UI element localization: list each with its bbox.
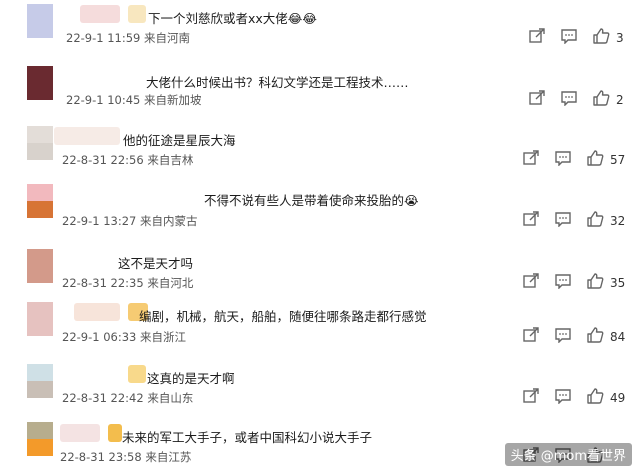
comment-actions: 32 [522,211,625,231]
comment-icon[interactable] [554,388,572,408]
comment-meta: 22-8-31 22:42 来自山东 [62,391,194,405]
comment-icon[interactable] [554,211,572,231]
comment-meta: 22-8-31 23:58 来自江苏 [60,450,192,464]
like-count: 57 [610,153,626,167]
comment-icon[interactable] [554,150,572,170]
comment-text: 下一个刘慈欣或者xx大佬😂😂 [148,11,318,26]
comment-icon[interactable] [554,327,572,347]
blurred-username [54,127,120,145]
thumbs-up-icon[interactable] [592,90,610,110]
thumbs-up-icon[interactable] [592,28,610,48]
like-count: 84 [610,330,626,344]
blurred-username [128,5,146,23]
share-icon[interactable] [528,90,546,110]
share-icon[interactable] [522,150,540,170]
comment-text: 大佬什么时候出书？科幻文学还是工程技术…… [146,75,409,90]
comment-text: 这真的是天才啊 [147,371,235,386]
comment-actions: 35 [522,273,625,293]
thumbs-up-icon[interactable] [586,327,604,347]
like-count: 2 [616,93,624,107]
comment-meta: 22-8-31 22:35 来自河北 [62,276,194,290]
avatar[interactable] [27,302,53,336]
share-icon[interactable] [522,327,540,347]
blurred-username [80,5,120,23]
comment-actions: 49 [522,388,625,408]
avatar[interactable] [27,184,53,218]
blurred-username [128,365,146,383]
watermark: 头条 @mom看世界 [504,443,632,466]
like-count: 49 [610,391,626,405]
blurred-username [74,303,120,321]
share-icon[interactable] [522,273,540,293]
share-icon[interactable] [528,28,546,48]
thumbs-up-icon[interactable] [586,211,604,231]
comment-meta: 22-8-31 22:56 来自吉林 [62,153,194,167]
avatar[interactable] [27,66,53,100]
comment-icon[interactable] [554,273,572,293]
avatar[interactable] [27,126,53,160]
avatar[interactable] [27,4,53,38]
thumbs-up-icon[interactable] [586,388,604,408]
avatar[interactable] [27,422,53,456]
comment-actions: 3 [528,28,624,48]
comment-meta: 22-9-1 13:27 来自内蒙古 [62,214,198,228]
comment-text: 未来的军工大手子，或者中国科幻小说大手子 [122,430,373,445]
like-count: 35 [610,276,626,290]
like-count: 32 [610,214,626,228]
share-icon[interactable] [522,388,540,408]
comment-actions: 2 [528,90,624,110]
comment-icon[interactable] [560,28,578,48]
blurred-username [60,424,100,442]
comment-text: 不得不说有些人是带着使命来投胎的😭 [204,193,419,208]
blurred-username [108,424,122,442]
avatar[interactable] [27,364,53,398]
comment-actions: 57 [522,150,625,170]
comment-text: 这不是天才吗 [118,256,194,271]
comment-icon[interactable] [560,90,578,110]
comment-text: 他的征途是星辰大海 [123,133,236,148]
comment-meta: 22-9-1 06:33 来自浙江 [62,330,187,344]
comment-actions: 84 [522,327,625,347]
share-icon[interactable] [522,211,540,231]
thumbs-up-icon[interactable] [586,150,604,170]
comment-text: 编剧，机械，航天，船舶，随便往哪条路走都行感觉 [139,309,427,324]
avatar[interactable] [27,249,53,283]
like-count: 3 [616,31,624,45]
comment-meta: 22-9-1 10:45 来自新加坡 [66,93,202,107]
comment-meta: 22-9-1 11:59 来自河南 [66,31,191,45]
thumbs-up-icon[interactable] [586,273,604,293]
